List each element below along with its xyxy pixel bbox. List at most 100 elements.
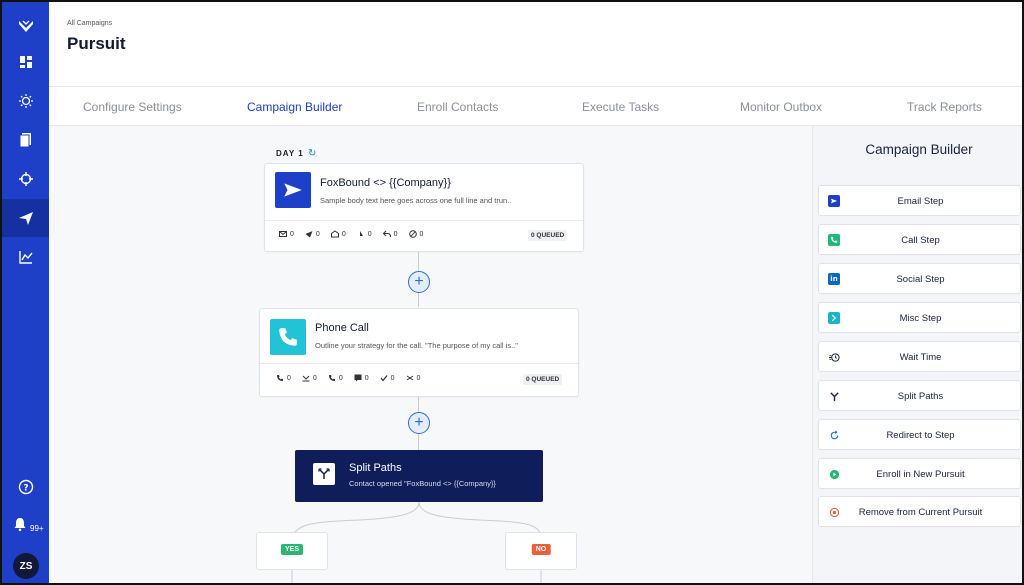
- button-label: Split Paths: [897, 391, 944, 402]
- step-title: FoxBound <> {{Company}}: [320, 177, 451, 189]
- step-stats: 0 0 0 0 0 0: [279, 230, 423, 238]
- tab-track-reports[interactable]: Track Reports: [907, 100, 982, 114]
- day-label: DAY 1: [276, 149, 304, 158]
- sidebar-item-campaigns[interactable]: [2, 199, 49, 237]
- stat-replied: 0: [382, 230, 398, 238]
- sidebar-item-dashboard[interactable]: [2, 43, 49, 81]
- notification-count: 99+: [30, 524, 44, 533]
- stat-delivered: 0: [305, 230, 320, 238]
- builder-canvas: DAY 1 ↻ FoxBound <> {{Company}} Sample b…: [49, 126, 812, 583]
- call-step-button[interactable]: Call Step: [818, 224, 1021, 255]
- sidebar-item-help[interactable]: ?: [2, 468, 49, 506]
- crosshair-icon: [18, 172, 33, 186]
- step-body: Outline your strategy for the call. "The…: [315, 341, 518, 350]
- social-step-button[interactable]: in Social Step: [818, 263, 1021, 294]
- mail-icon: [279, 231, 287, 237]
- wait-time-button[interactable]: Wait Time: [818, 341, 1021, 372]
- button-label: Enroll in New Pursuit: [876, 469, 965, 480]
- breadcrumb[interactable]: All Campaigns: [67, 20, 112, 27]
- button-label: Misc Step: [899, 313, 942, 324]
- stat-bounced: 0: [408, 230, 423, 238]
- sidebar-item-documents[interactable]: [2, 121, 49, 159]
- chart-icon: [18, 251, 33, 264]
- tab-configure-settings[interactable]: Configure Settings: [83, 100, 182, 114]
- step-title: Split Paths: [349, 462, 402, 474]
- block-icon: [408, 230, 417, 238]
- misc-step-button[interactable]: Misc Step: [818, 302, 1021, 333]
- reply-icon: [382, 230, 391, 238]
- tab-bar: Configure Settings Campaign Builder Enro…: [49, 87, 1022, 126]
- stat-notes: 0: [354, 374, 369, 382]
- step-body: Contact opened "FoxBound <> {{Company}}: [349, 479, 496, 488]
- split-icon: [313, 463, 335, 485]
- button-label: Wait Time: [899, 352, 942, 363]
- email-step-button[interactable]: Email Step: [818, 185, 1021, 216]
- stat-opened: 0: [330, 230, 346, 238]
- tab-execute-tasks[interactable]: Execute Tasks: [582, 100, 659, 114]
- logo[interactable]: [2, 8, 49, 46]
- button-label: Call Step: [901, 235, 940, 246]
- enroll-new-pursuit-button[interactable]: Enroll in New Pursuit: [818, 458, 1021, 489]
- logo-icon: [18, 20, 33, 32]
- help-icon: ?: [18, 479, 33, 495]
- send-icon: [18, 212, 33, 225]
- add-step-button[interactable]: +: [408, 271, 430, 293]
- tab-monitor-outbox[interactable]: Monitor Outbox: [740, 100, 822, 114]
- stat-calls: 0: [276, 374, 291, 382]
- step-stats: 0 0 0 0 0 0: [276, 374, 420, 382]
- phone-icon: [270, 319, 306, 355]
- stat-voicemail: 0: [328, 374, 343, 382]
- split-paths-card[interactable]: Split Paths Contact opened "FoxBound <> …: [295, 450, 543, 502]
- sidebar: ? 99+ ZS: [2, 2, 49, 583]
- comment-icon: [354, 374, 362, 382]
- no-badge: NO: [531, 544, 551, 555]
- avatar[interactable]: ZS: [13, 553, 39, 579]
- button-label: Redirect to Step: [886, 430, 955, 441]
- remove-current-pursuit-button[interactable]: Remove from Current Pursuit: [818, 496, 1021, 527]
- open-mail-icon: [330, 230, 339, 238]
- builder-panel: Campaign Builder Email Step Call Step in…: [812, 126, 1022, 583]
- divider: [260, 363, 578, 364]
- panel-title: Campaign Builder: [865, 142, 973, 157]
- call-step-card[interactable]: Phone Call Outline your strategy for the…: [259, 308, 579, 397]
- tab-campaign-builder[interactable]: Campaign Builder: [247, 100, 342, 114]
- svg-text:?: ?: [23, 484, 28, 494]
- step-body: Sample body text here goes across one fu…: [320, 196, 512, 205]
- pointer-icon: [359, 231, 363, 236]
- split-paths-button[interactable]: Split Paths: [818, 380, 1021, 411]
- phone-forward-icon: [328, 375, 335, 381]
- check-icon: [380, 375, 388, 382]
- page-title: Pursuit: [67, 34, 126, 53]
- branch-yes-card[interactable]: YES: [256, 532, 328, 570]
- shuffle-icon: [406, 375, 413, 381]
- sidebar-item-insights[interactable]: [2, 82, 49, 120]
- stat-clicked: 0: [357, 230, 372, 238]
- button-label: Email Step: [897, 196, 944, 207]
- add-step-button[interactable]: +: [408, 412, 430, 434]
- branch-no-card[interactable]: NO: [505, 532, 577, 570]
- bell-icon: [14, 518, 25, 532]
- phone-icon: [277, 375, 283, 381]
- queued-badge: 0 QUEUED: [523, 374, 563, 385]
- document-icon: [19, 133, 31, 148]
- email-step-card[interactable]: FoxBound <> {{Company}} Sample body text…: [264, 163, 584, 252]
- stat-missed: 0: [302, 374, 317, 382]
- step-title: Phone Call: [315, 322, 369, 334]
- button-label: Social Step: [896, 274, 945, 285]
- dashboard-icon: [19, 56, 32, 68]
- sidebar-item-targets[interactable]: [2, 160, 49, 198]
- sidebar-item-reports[interactable]: [2, 238, 49, 276]
- lightbulb-icon: [18, 94, 33, 108]
- app-window: ? 99+ ZS All Campaigns Pursuit Configure…: [0, 0, 1024, 585]
- refresh-icon[interactable]: ↻: [308, 148, 316, 159]
- missed-call-icon: [302, 375, 310, 382]
- yes-badge: YES: [280, 544, 304, 555]
- divider: [265, 220, 583, 221]
- stat-skipped: 0: [406, 374, 420, 382]
- page-header: All Campaigns Pursuit: [49, 2, 1022, 87]
- tab-enroll-contacts[interactable]: Enroll Contacts: [417, 100, 498, 114]
- button-label: Remove from Current Pursuit: [858, 507, 983, 518]
- redirect-to-step-button[interactable]: Redirect to Step: [818, 419, 1021, 450]
- send-icon: [275, 172, 311, 208]
- stat-sent: 0: [279, 230, 294, 238]
